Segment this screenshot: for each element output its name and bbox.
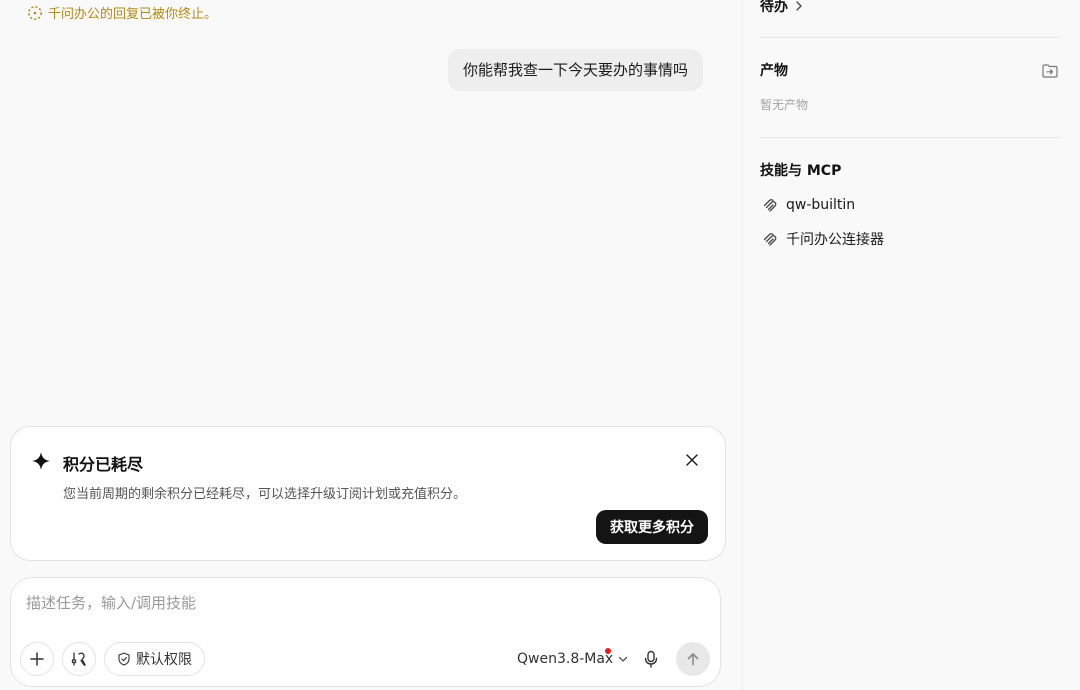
arrow-up-icon <box>687 653 699 666</box>
composer: 默认权限 Qwen3.8-Max <box>10 577 721 687</box>
notice-dot <box>605 648 611 654</box>
tools-icon <box>71 652 86 666</box>
skill-item-qw-builtin[interactable]: qw-builtin <box>762 197 855 213</box>
microphone-icon <box>644 650 658 668</box>
chevron-right-icon <box>796 1 802 11</box>
todo-link[interactable]: 待办 <box>760 0 804 16</box>
sparkle-icon <box>32 452 50 470</box>
credits-card-title: 积分已耗尽 <box>63 455 144 474</box>
user-message-bubble: 你能帮我查一下今天要办的事情吗 <box>447 49 703 91</box>
chat-area: 千问办公的回复已被你终止。 你能帮我查一下今天要办的事情吗 积分已耗尽 您当前周… <box>0 0 742 690</box>
plus-icon <box>30 652 44 666</box>
permission-label: 默认权限 <box>136 652 192 668</box>
folder-import-icon[interactable] <box>1041 62 1059 80</box>
model-selector[interactable]: Qwen3.8-Max <box>517 648 629 670</box>
get-more-credits-button[interactable]: 获取更多积分 <box>596 510 708 544</box>
stopped-icon <box>28 5 42 20</box>
todo-label: 待办 <box>760 0 788 15</box>
prompt-input[interactable] <box>26 594 686 612</box>
stopped-notice: 千问办公的回复已被你终止。 <box>27 3 217 22</box>
permission-button[interactable]: 默认权限 <box>104 642 205 676</box>
artifacts-empty-text: 暂无产物 <box>760 98 809 112</box>
credits-exhausted-card: 积分已耗尽 您当前周期的剩余积分已经耗尽，可以选择升级订阅计划或充值积分。 获取… <box>10 426 726 561</box>
shield-check-icon <box>118 652 130 666</box>
divider <box>760 137 1060 138</box>
microphone-button[interactable] <box>641 649 661 669</box>
artifacts-title: 产物 <box>760 63 788 79</box>
model-label: Qwen3.8-Max <box>517 651 614 667</box>
credits-card-description: 您当前周期的剩余积分已经耗尽，可以选择升级订阅计划或充值积分。 <box>63 487 467 502</box>
chevron-down-icon <box>619 656 628 662</box>
side-panel: 待办 产物 暂无产物 技能与 MCP qw-builtin 千问办公连接器 <box>742 0 1080 690</box>
close-icon[interactable] <box>683 451 701 469</box>
plugin-icon <box>763 199 777 212</box>
send-button[interactable] <box>676 642 710 676</box>
skill-label: 千问办公连接器 <box>786 232 884 248</box>
tools-button[interactable] <box>62 642 96 676</box>
skill-item-qianwen-connector[interactable]: 千问办公连接器 <box>762 229 884 249</box>
divider <box>760 37 1060 38</box>
stopped-notice-text: 千问办公的回复已被你终止。 <box>48 7 218 22</box>
add-button[interactable] <box>20 642 54 676</box>
skill-label: qw-builtin <box>786 197 856 213</box>
plugin-icon <box>763 233 777 246</box>
app-window: 千问办公的回复已被你终止。 你能帮我查一下今天要办的事情吗 积分已耗尽 您当前周… <box>0 0 1080 690</box>
skills-title: 技能与 MCP <box>760 163 842 179</box>
